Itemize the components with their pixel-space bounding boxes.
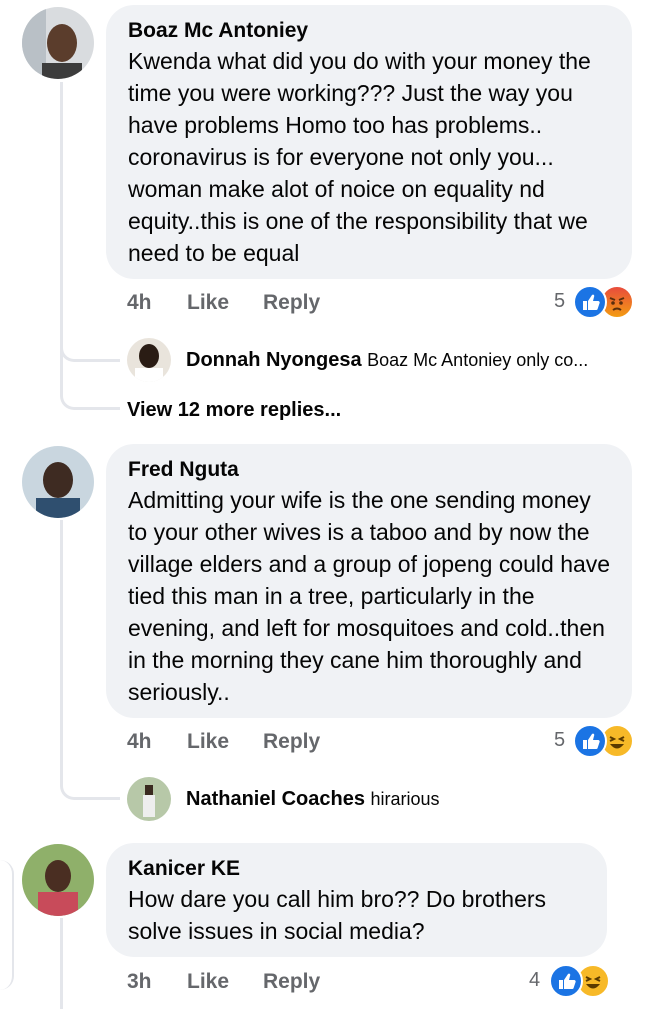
avatar[interactable] <box>22 446 94 518</box>
reply-text: hirarious <box>370 789 440 809</box>
thread-connector <box>60 740 120 800</box>
comment-author[interactable]: Boaz Mc Antoniey <box>128 17 612 45</box>
reply-preview[interactable]: Donnah Nyongesa Boaz Mc Antoniey only co… <box>186 346 588 374</box>
comment-author[interactable]: Kanicer KE <box>128 855 587 883</box>
like-icon <box>573 724 607 758</box>
reaction-count[interactable]: 5 <box>554 726 565 754</box>
reply-text: Boaz Mc Antoniey only co... <box>367 350 589 370</box>
comment-bubble: Fred Nguta Admitting your wife is the on… <box>106 444 632 718</box>
avatar[interactable] <box>22 844 94 916</box>
reply-avatar[interactable] <box>127 777 171 821</box>
reply-author[interactable]: Donnah Nyongesa <box>186 349 362 371</box>
like-button[interactable]: Like <box>187 968 229 996</box>
comment-bubble: Kanicer KE How dare you call him bro?? D… <box>106 843 607 957</box>
reaction-count[interactable]: 5 <box>554 287 565 315</box>
comment-text: How dare you call him bro?? Do brothers … <box>128 886 547 944</box>
view-more-replies[interactable]: View 12 more replies... <box>127 396 341 424</box>
reply-author[interactable]: Nathaniel Coaches <box>186 788 365 810</box>
like-button[interactable]: Like <box>187 289 229 317</box>
like-button[interactable]: Like <box>187 728 229 756</box>
thread-line <box>60 918 63 1009</box>
comment-time[interactable]: 3h <box>127 968 152 996</box>
thread-line <box>60 520 63 750</box>
thread-connector <box>60 320 120 410</box>
avatar[interactable] <box>22 7 94 79</box>
comment-author[interactable]: Fred Nguta <box>128 456 612 484</box>
like-icon <box>573 285 607 319</box>
reply-preview[interactable]: Nathaniel Coaches hirarious <box>186 785 440 813</box>
thread-line <box>0 860 14 990</box>
comment-bubble: Boaz Mc Antoniey Kwenda what did you do … <box>106 5 632 279</box>
reaction-count[interactable]: 4 <box>529 966 540 994</box>
reply-button[interactable]: Reply <box>263 728 320 756</box>
comment-time[interactable]: 4h <box>127 289 152 317</box>
like-icon <box>549 964 583 998</box>
comment-text: Kwenda what did you do with your money t… <box>128 48 591 266</box>
comment-time[interactable]: 4h <box>127 728 152 756</box>
reply-avatar[interactable] <box>127 338 171 382</box>
reply-button[interactable]: Reply <box>263 968 320 996</box>
reply-button[interactable]: Reply <box>263 289 320 317</box>
comment-text: Admitting your wife is the one sending m… <box>128 487 611 705</box>
